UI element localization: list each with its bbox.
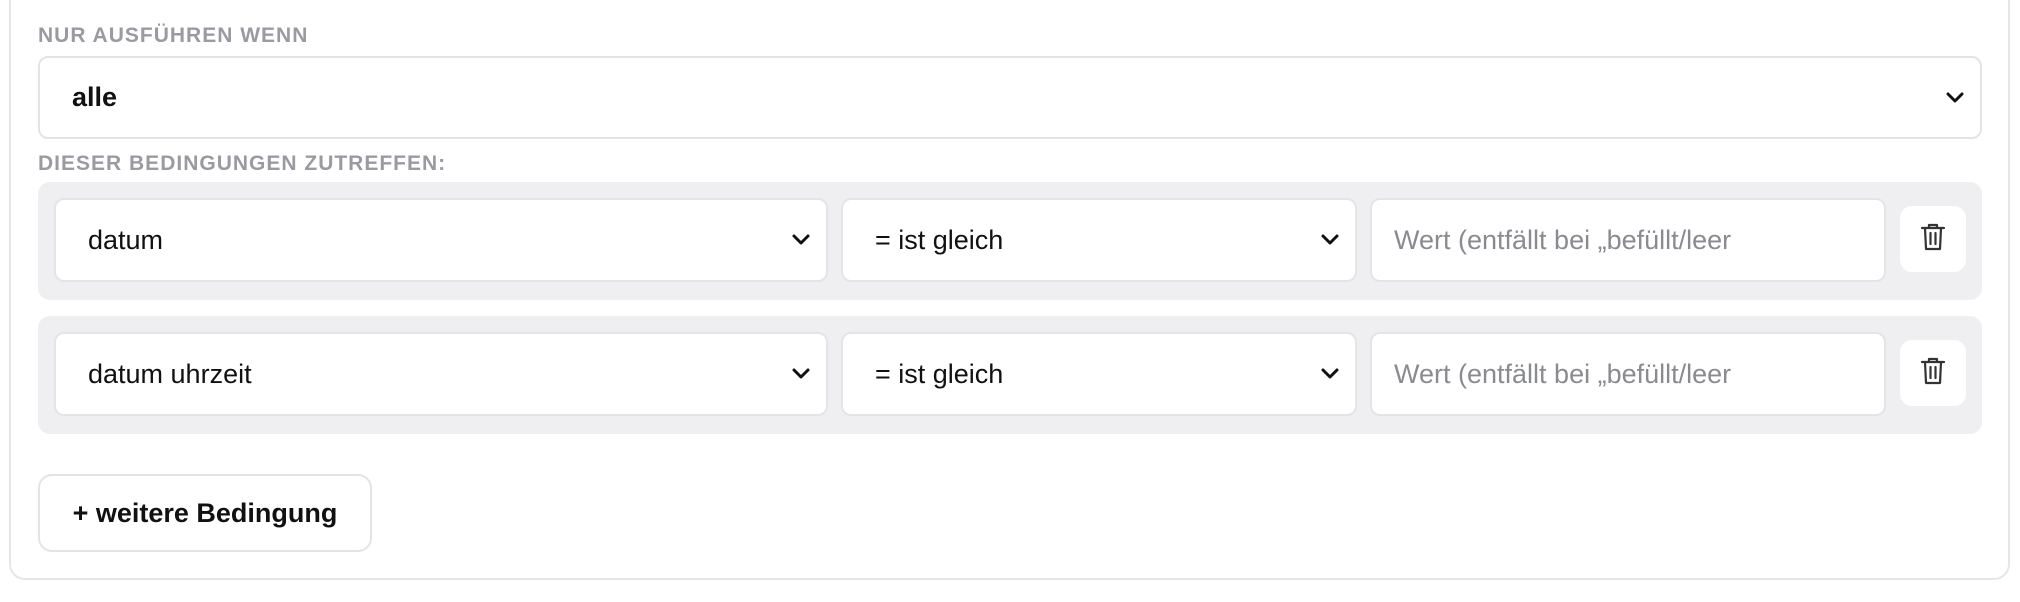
chevron-down-icon — [790, 363, 812, 385]
match-mode-select[interactable]: alle — [38, 56, 1982, 139]
field-select-value: datum — [88, 224, 164, 255]
operator-select-value: = ist gleich — [875, 224, 1004, 255]
chevron-down-icon — [1944, 87, 1966, 109]
delete-condition-button[interactable] — [1900, 340, 1966, 406]
operator-select[interactable]: = ist gleich — [841, 332, 1357, 416]
chevron-down-icon — [1319, 229, 1341, 251]
field-select-value: datum uhrzeit — [88, 358, 252, 389]
field-select[interactable]: datum — [54, 198, 828, 282]
value-input[interactable] — [1370, 198, 1886, 282]
delete-condition-button[interactable] — [1900, 206, 1966, 272]
operator-select[interactable]: = ist gleich — [841, 198, 1357, 282]
conditions-label: DIESER BEDINGUNGEN ZUTREFFEN: — [38, 152, 447, 175]
condition-row: datum uhrzeit = ist gleich — [38, 316, 1982, 434]
chevron-down-icon — [1319, 363, 1341, 385]
operator-select-value: = ist gleich — [875, 358, 1004, 389]
condition-row: datum = ist gleich — [38, 182, 1982, 300]
trash-icon — [1920, 356, 1946, 391]
match-mode-value: alle — [72, 82, 118, 112]
add-condition-button[interactable]: + weitere Bedingung — [38, 474, 372, 552]
run-only-if-label: NUR AUSFÜHREN WENN — [38, 24, 309, 47]
chevron-down-icon — [790, 229, 812, 251]
trash-icon — [1920, 222, 1946, 257]
value-input[interactable] — [1370, 332, 1886, 416]
field-select[interactable]: datum uhrzeit — [54, 332, 828, 416]
